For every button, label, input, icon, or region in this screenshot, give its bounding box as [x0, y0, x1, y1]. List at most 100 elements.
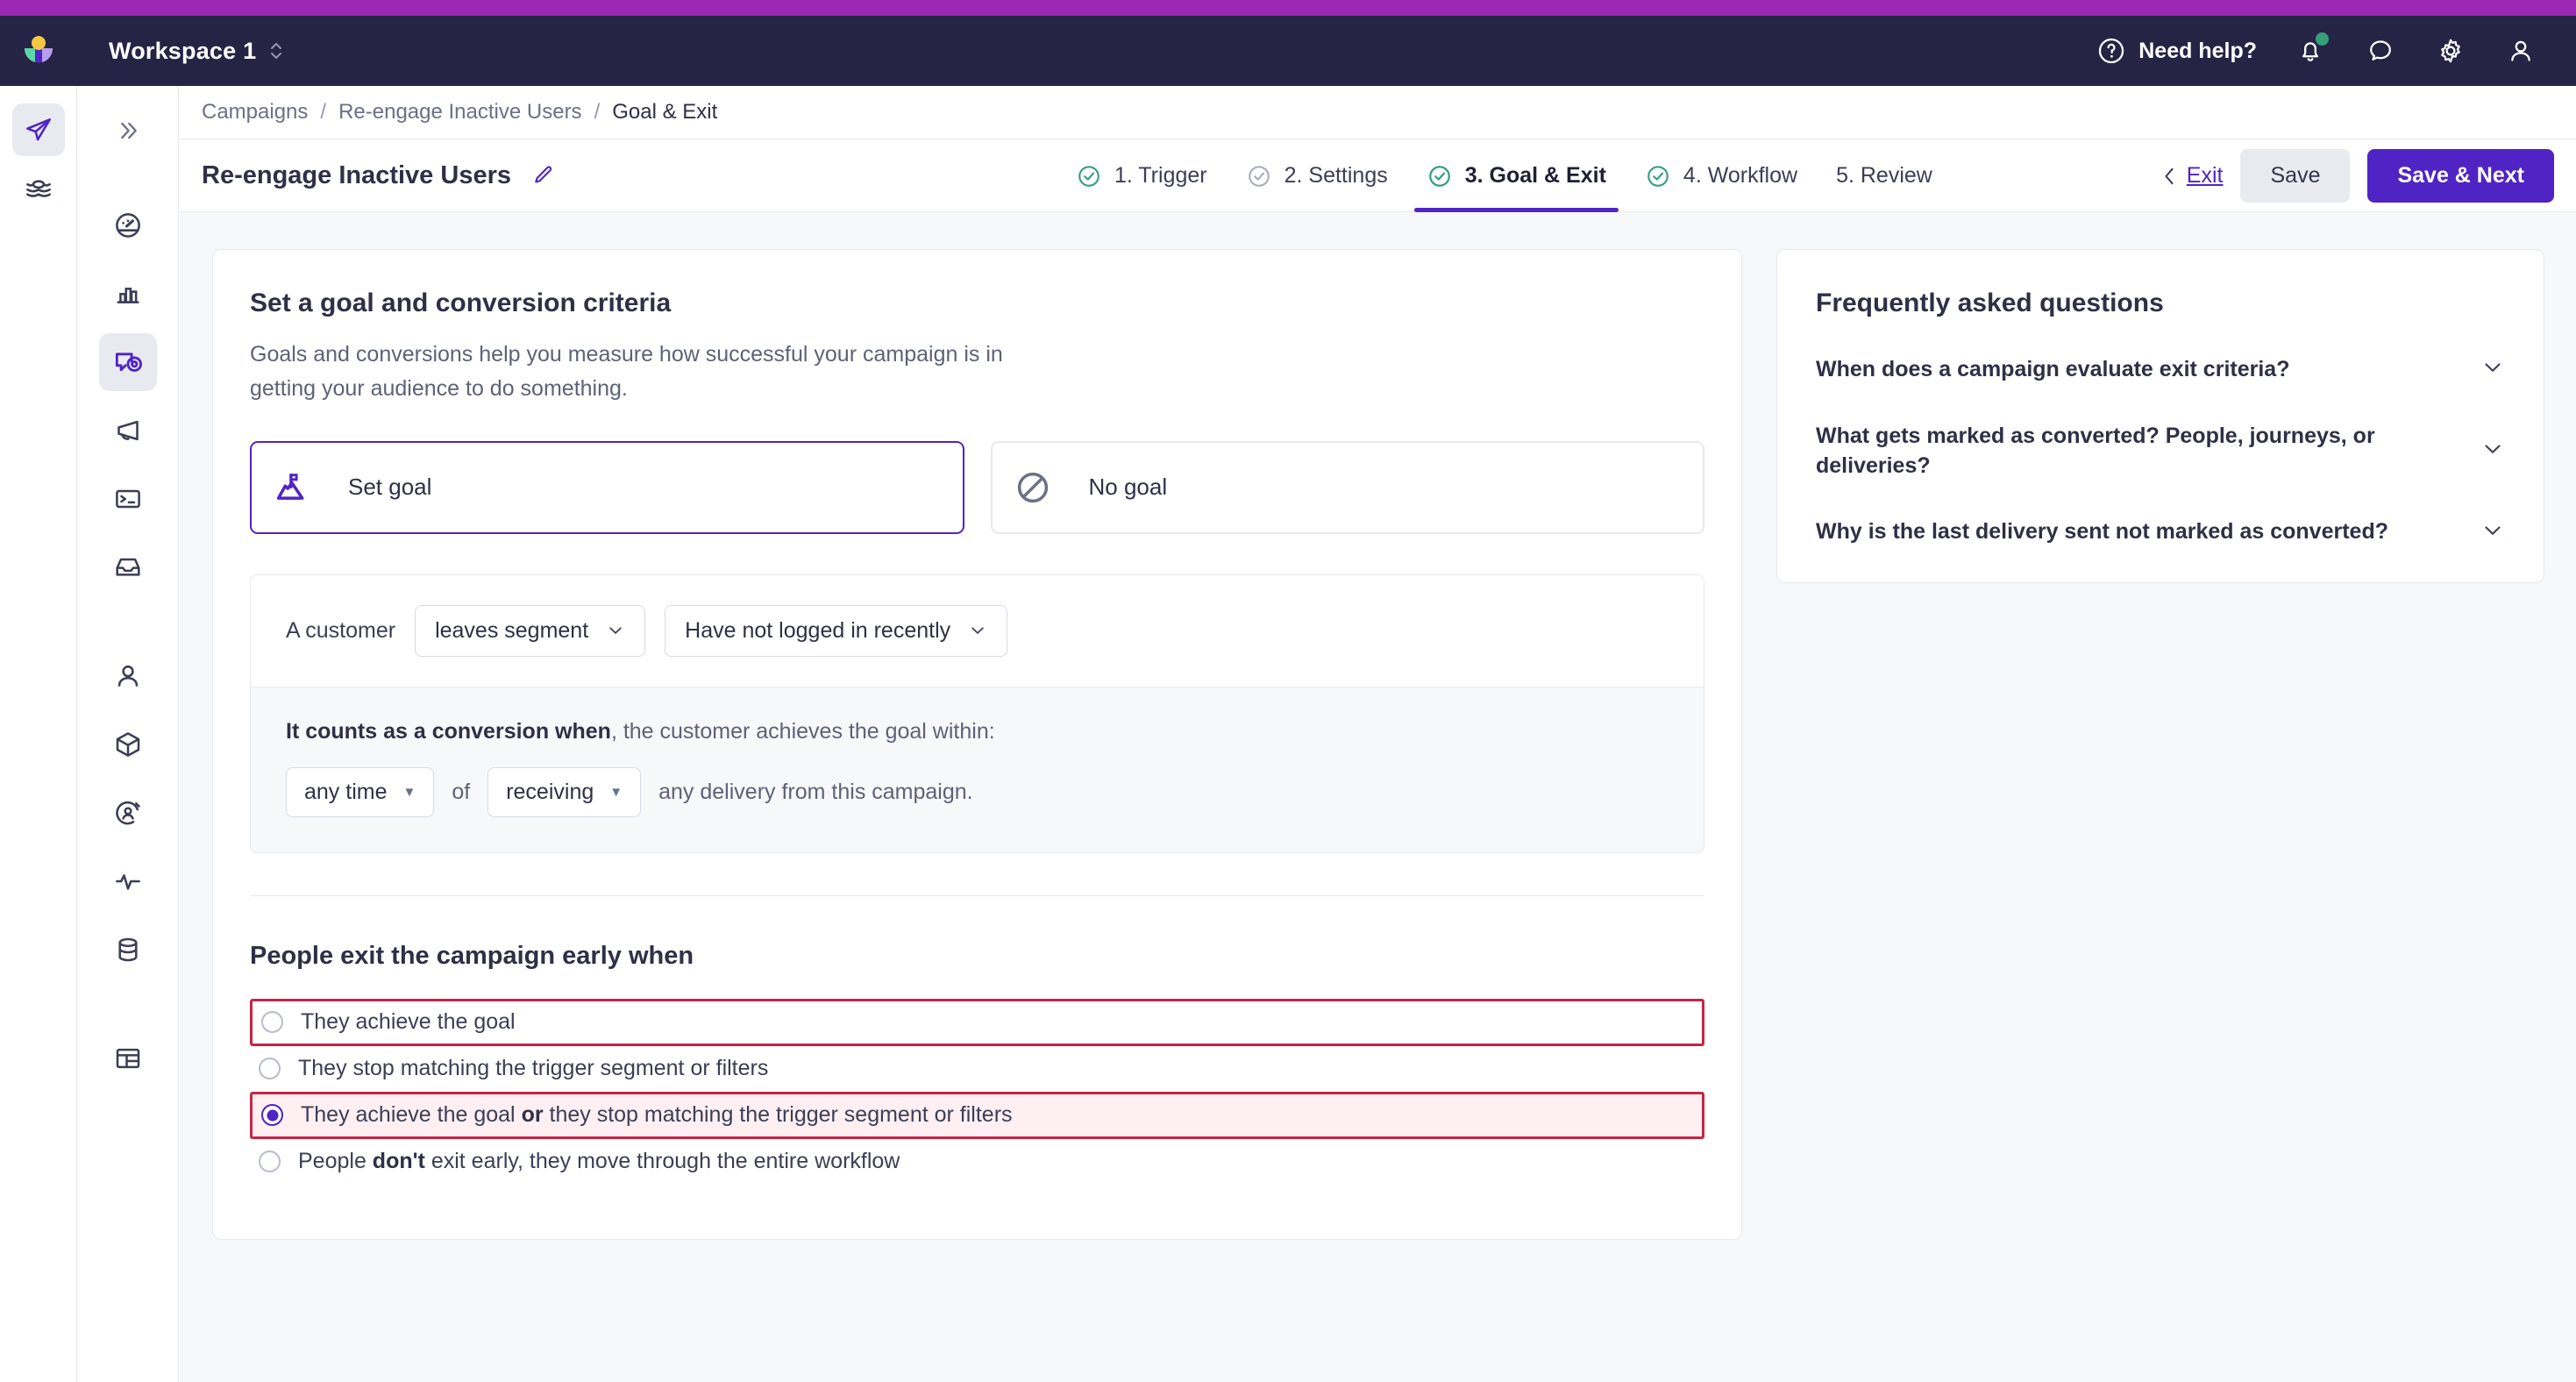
- settings-button[interactable]: [2434, 34, 2467, 68]
- event-select-value: leaves segment: [435, 617, 589, 643]
- notifications-button[interactable]: [2294, 32, 2329, 68]
- topbar-actions: Need help?: [2096, 32, 2576, 68]
- nav-item-inbox[interactable]: [99, 538, 157, 596]
- nav-item-segments[interactable]: [99, 784, 157, 842]
- goal-option-set-goal[interactable]: Set goal: [250, 440, 964, 534]
- analytics-bar-chart-icon: [117, 288, 139, 303]
- gear-icon: [2441, 39, 2460, 63]
- segment-select[interactable]: Have not logged in recently: [665, 604, 1008, 657]
- faq-item-exit-criteria[interactable]: When does a campaign evaluate exit crite…: [1816, 318, 2505, 385]
- save-and-next-button[interactable]: Save & Next: [2367, 149, 2554, 203]
- exit-option-achieve-or-stop[interactable]: They achieve the goal or they stop match…: [250, 1091, 1704, 1139]
- step-goal-exit[interactable]: 3. Goal & Exit: [1407, 139, 1626, 212]
- faq-question: When does a campaign evaluate exit crite…: [1816, 357, 2290, 381]
- conversion-suffix-label: any delivery from this campaign.: [658, 779, 973, 804]
- breadcrumb-item-current: Goal & Exit: [612, 100, 718, 124]
- goal-section-title: Set a goal and conversion criteria: [250, 289, 672, 317]
- exit-option-stop-matching[interactable]: They stop matching the trigger segment o…: [250, 1050, 1704, 1088]
- conversion-controls-row: any time ▼ of receiving ▼ any delivery f…: [286, 766, 1669, 817]
- exit-option-label: They achieve the goal: [301, 1009, 516, 1035]
- conversion-action-select[interactable]: receiving ▼: [487, 766, 642, 817]
- exit-option-text-after: they stop matching the trigger segment o…: [543, 1102, 1013, 1127]
- nav-item-activity[interactable]: [99, 852, 157, 910]
- nav-item-reports[interactable]: [99, 1029, 157, 1087]
- goal-condition-box: A customer leaves segment Have not logge…: [250, 573, 1704, 853]
- conversion-lead-text: It counts as a conversion when, the cust…: [286, 719, 1669, 744]
- check-circle-icon: [1428, 165, 1450, 187]
- exit-section: People exit the campaign early when They…: [213, 896, 1741, 1239]
- chevron-down-icon: [971, 627, 984, 634]
- breadcrumb-item-campaign[interactable]: Re-engage Inactive Users: [338, 100, 581, 125]
- account-button[interactable]: [2504, 34, 2537, 68]
- conversion-criteria-panel: It counts as a conversion when, the cust…: [251, 686, 1704, 852]
- conversion-action-value: receiving: [506, 779, 594, 804]
- workspace-name[interactable]: Workspace 1: [109, 38, 256, 65]
- exit-option-achieve-goal[interactable]: They achieve the goal: [250, 998, 1704, 1046]
- step-workflow[interactable]: 4. Workflow: [1626, 139, 1817, 212]
- exit-option-text: People: [298, 1149, 373, 1173]
- secondary-nav: [78, 86, 179, 1382]
- nav-item-data-index[interactable]: [99, 921, 157, 979]
- goal-condition-row: A customer leaves segment Have not logge…: [251, 574, 1704, 687]
- brand-strip: [0, 0, 2576, 16]
- faq-card: Frequently asked questions When does a c…: [1776, 249, 2544, 583]
- exit-option-label: They stop matching the trigger segment o…: [298, 1056, 768, 1081]
- chevron-down-icon[interactable]: [2480, 518, 2505, 547]
- need-help-button[interactable]: Need help?: [2096, 36, 2257, 66]
- campaigns-target-icon: [115, 353, 142, 372]
- save-button[interactable]: Save: [2240, 149, 2351, 203]
- exit-option-emphasis: don't: [372, 1149, 425, 1173]
- mountain-flag-icon: [252, 468, 332, 507]
- step-trigger[interactable]: 1. Trigger: [1057, 139, 1227, 212]
- caret-down-icon: ▼: [402, 784, 416, 800]
- broadcasts-megaphone-icon: [117, 420, 139, 441]
- chat-button[interactable]: [2364, 34, 2397, 68]
- event-select[interactable]: leaves segment: [415, 604, 646, 657]
- step-settings[interactable]: 2. Settings: [1227, 139, 1407, 212]
- exit-option-text-after: exit early, they move through the entire…: [424, 1149, 900, 1173]
- inbox-icon: [116, 558, 140, 576]
- radio-button[interactable]: [259, 1150, 281, 1172]
- pencil-icon[interactable]: [530, 163, 555, 188]
- nav-item-campaigns[interactable]: [99, 333, 157, 391]
- page-title: Re-engage Inactive Users: [202, 160, 511, 189]
- nav-item-people[interactable]: [99, 647, 157, 705]
- breadcrumb-item-campaigns[interactable]: Campaigns: [202, 100, 308, 125]
- rail-item-layers[interactable]: [12, 163, 65, 216]
- exit-button[interactable]: Exit: [2160, 163, 2223, 189]
- nav-item-objects[interactable]: [99, 716, 157, 773]
- nav-item-broadcasts[interactable]: [99, 402, 157, 459]
- dashboard-gauge-icon: [116, 213, 140, 238]
- wizard-steps: 1. Trigger 2. Settings 3. Goal & Exit 4.…: [1057, 139, 1952, 212]
- breadcrumb-separator: /: [594, 100, 601, 124]
- rail-item-campaigns[interactable]: [11, 103, 65, 156]
- nav-item-transactional[interactable]: [99, 470, 157, 528]
- exit-option-text: They stop matching the trigger segment o…: [298, 1056, 769, 1080]
- help-circle-icon: [2099, 38, 2124, 64]
- chevron-down-icon[interactable]: [2480, 355, 2505, 384]
- step-label: 1. Trigger: [1114, 163, 1207, 188]
- step-review[interactable]: 5. Review: [1817, 139, 1952, 212]
- faq-question: Why is the last delivery sent not marked…: [1816, 519, 2388, 545]
- reports-table-icon: [116, 1048, 140, 1069]
- faq-item-marked-converted[interactable]: What gets marked as converted? People, j…: [1816, 385, 2505, 481]
- segments-icon: [116, 801, 140, 825]
- nav-collapse-toggle[interactable]: [99, 102, 157, 160]
- workspace-switcher-icon[interactable]: [268, 39, 284, 62]
- exit-option-label: People don't exit early, they move throu…: [298, 1149, 900, 1174]
- conversion-window-select[interactable]: any time ▼: [286, 766, 435, 817]
- nav-item-dashboard[interactable]: [99, 196, 157, 254]
- radio-button[interactable]: [259, 1058, 281, 1079]
- goal-option-no-goal[interactable]: No goal: [990, 440, 1704, 534]
- conversion-joiner-label: of: [452, 779, 471, 804]
- radio-button-selected[interactable]: [261, 1104, 283, 1126]
- chevron-down-icon[interactable]: [2480, 437, 2505, 466]
- radio-button[interactable]: [261, 1011, 283, 1033]
- exit-option-no-early-exit[interactable]: People don't exit early, they move throu…: [250, 1143, 1704, 1181]
- customerio-logo[interactable]: [0, 32, 77, 70]
- paper-plane-icon: [25, 118, 51, 141]
- objects-cube-icon: [116, 732, 140, 757]
- exit-option-emphasis: or: [521, 1102, 544, 1127]
- nav-item-analytics[interactable]: [99, 265, 157, 323]
- faq-item-last-delivery[interactable]: Why is the last delivery sent not marked…: [1816, 481, 2505, 547]
